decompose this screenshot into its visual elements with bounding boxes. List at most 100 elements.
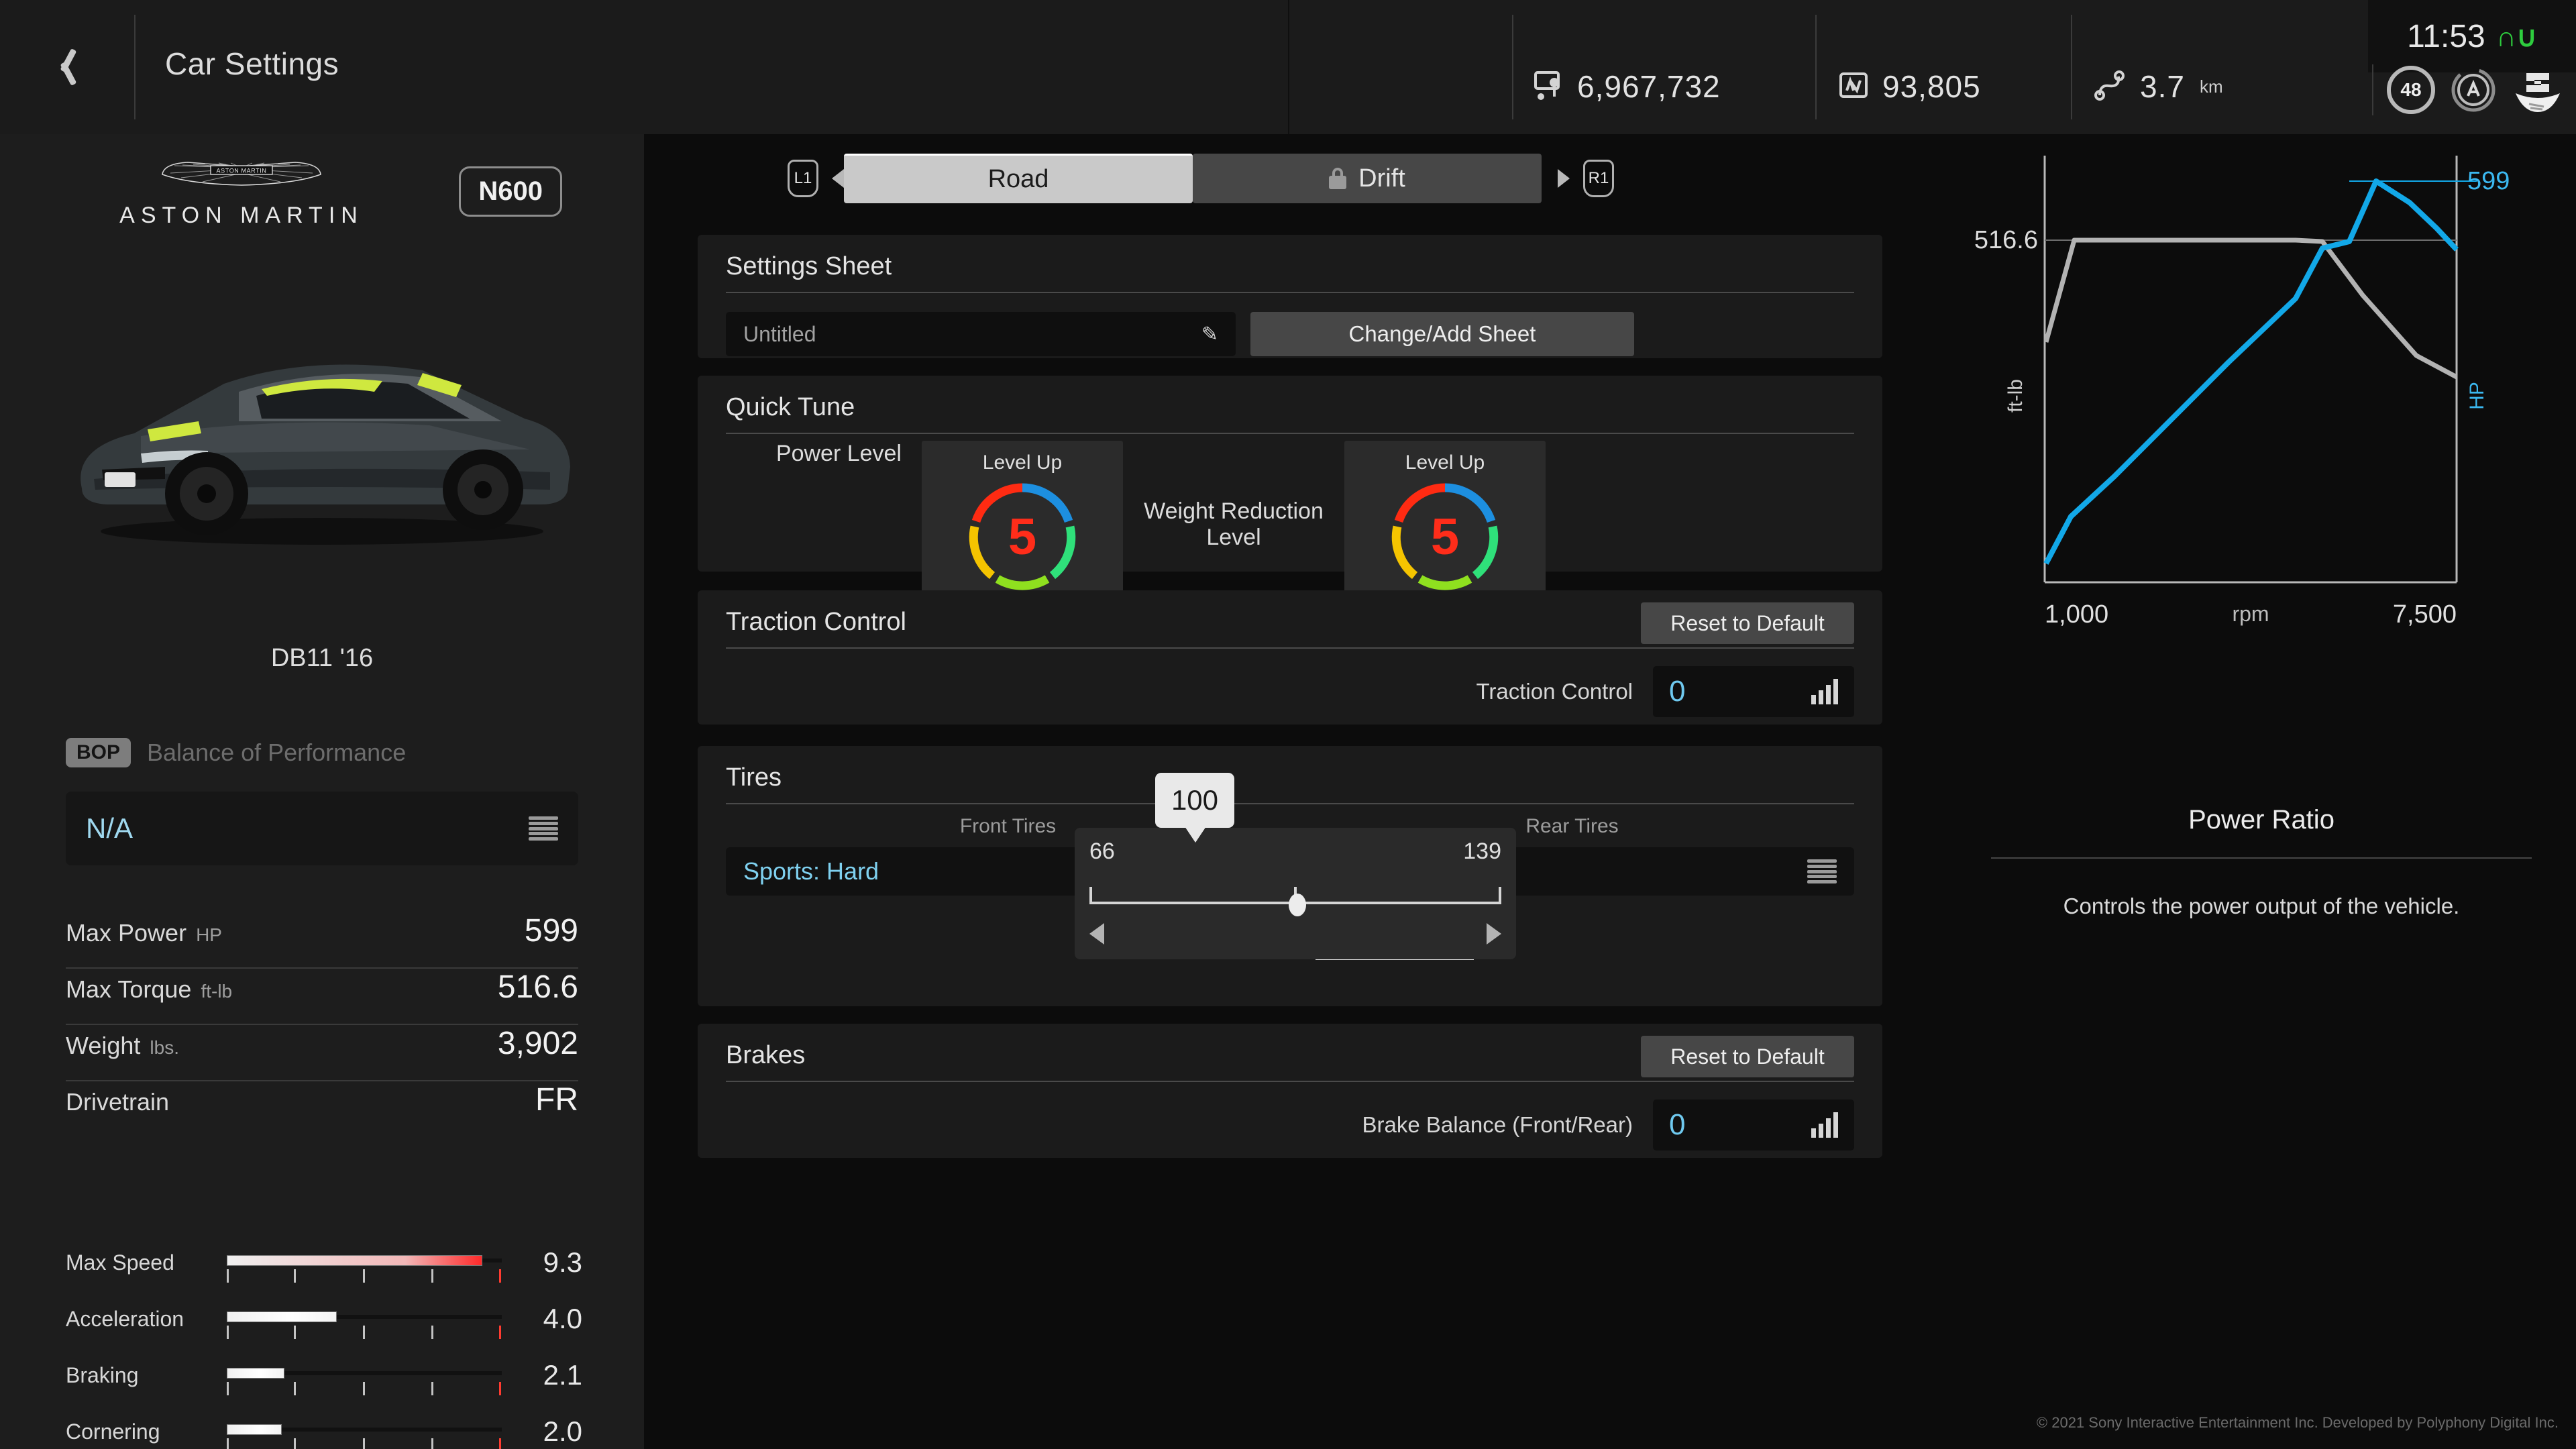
l1-bumper-hint: L1 xyxy=(788,160,818,197)
bop-tag: BOP xyxy=(66,738,131,767)
traction-reset-button[interactable]: Reset to Default xyxy=(1641,602,1854,644)
traction-control-panel: Traction Control Reset to Default Tracti… xyxy=(698,590,1882,724)
performance-label: Braking xyxy=(66,1362,139,1387)
brand-block: ASTON MARTIN ASTON MARTIN xyxy=(0,160,483,229)
pencil-icon[interactable]: ✎ xyxy=(1201,323,1218,346)
change-add-sheet-label: Change/Add Sheet xyxy=(1348,321,1536,346)
chart-right-axis-label: HP xyxy=(2466,382,2488,410)
traction-control-field[interactable]: 0 xyxy=(1653,666,1854,717)
credits-stat: 6,967,732 xyxy=(1534,68,1721,105)
performance-list: Max Speed 9.3 Acceleration 4.0 Braking 2… xyxy=(66,1234,596,1449)
distance-value: 3.7 xyxy=(2140,69,2185,104)
quick-tune-title: Quick Tune xyxy=(726,393,855,421)
slider-bubble-value: 100 xyxy=(1171,784,1219,816)
performance-bar xyxy=(227,1418,502,1449)
bop-header: BOP Balance of Performance xyxy=(66,738,406,767)
arrow-left-icon[interactable] xyxy=(1089,923,1104,945)
car-sidebar: ASTON MARTIN ASTON MARTIN N600 DB11 '16 … xyxy=(0,134,644,1449)
sportsmanship-s-icon[interactable] xyxy=(2512,65,2564,115)
value-slider[interactable] xyxy=(1089,883,1501,916)
spec-row: Weight lbs. 3,902 xyxy=(66,1025,578,1081)
list-menu-icon xyxy=(529,816,558,841)
spec-label: Max Power xyxy=(66,919,187,947)
sheet-name-field[interactable]: Untitled ✎ xyxy=(726,312,1236,356)
brakes-reset-label: Reset to Default xyxy=(1670,1044,1825,1069)
tab-next-arrow[interactable] xyxy=(1558,169,1570,188)
status-icon-group: 48 xyxy=(2372,64,2564,115)
slider-max-value: 139 xyxy=(1463,839,1501,864)
icon-divider xyxy=(2372,64,2373,115)
power-level-card[interactable]: Level Up 5 xyxy=(922,441,1123,608)
divider xyxy=(1991,857,2532,859)
tab-drift-label: Drift xyxy=(1358,164,1405,193)
value-slider-popup[interactable]: 66 139 100 xyxy=(1075,773,1516,959)
performance-label: Acceleration xyxy=(66,1306,184,1331)
bar-level-icon xyxy=(1811,679,1838,704)
slider-knob[interactable] xyxy=(1289,894,1306,916)
spec-row: Max Torque ft-lb 516.6 xyxy=(66,969,578,1025)
bar-level-icon xyxy=(1811,1112,1838,1138)
back-button[interactable] xyxy=(0,0,134,134)
bop-label: Balance of Performance xyxy=(147,739,407,766)
status-divider-3 xyxy=(2071,15,2072,119)
mileage-value: 93,805 xyxy=(1882,69,1981,104)
performance-bar xyxy=(227,1362,502,1395)
distance-stat: 3.7 km xyxy=(2094,68,2223,105)
front-tire-value: Sports: Hard xyxy=(743,857,879,885)
performance-value: 4.0 xyxy=(543,1303,582,1334)
brakes-reset-button[interactable]: Reset to Default xyxy=(1641,1036,1854,1077)
spec-label: Drivetrain xyxy=(66,1088,170,1116)
quick-tune-panel: Quick Tune Power Level Level Up 5 Weight… xyxy=(698,376,1882,674)
slider-min-value: 66 xyxy=(1089,839,1115,864)
clock-time: 11:53 xyxy=(2407,18,2485,54)
spec-label: Max Torque xyxy=(66,975,192,1003)
brake-balance-value: 0 xyxy=(1669,1108,1686,1141)
chart-power-peak-label: 599 xyxy=(2467,167,2510,195)
tab-road[interactable]: Road xyxy=(844,154,1193,203)
sheet-name-value: Untitled xyxy=(743,321,816,346)
gt-car-settings-screen: Car Settings N600 xyxy=(0,0,2576,1449)
mileage-icon xyxy=(1839,72,1868,101)
power-level-label: Power Level xyxy=(775,441,902,466)
top-bar: Car Settings N600 xyxy=(0,0,2576,134)
tab-road-label: Road xyxy=(987,165,1049,193)
spec-row: Max Power HP 599 xyxy=(66,912,578,969)
arrow-right-icon[interactable] xyxy=(1487,923,1501,945)
credits-value: 6,967,732 xyxy=(1577,69,1721,104)
driver-level-icon[interactable]: 48 xyxy=(2387,66,2435,114)
bop-value: N/A xyxy=(86,812,133,844)
chevron-left-icon xyxy=(56,47,78,87)
slider-value-bubble: 100 xyxy=(1155,773,1234,843)
bop-field[interactable]: N/A xyxy=(66,792,578,865)
distance-unit: km xyxy=(2199,76,2223,97)
spec-unit: HP xyxy=(196,924,222,945)
brakes-panel: Brakes Reset to Default Brake Balance (F… xyxy=(698,1024,1882,1158)
weight-level-card[interactable]: Level Up 5 xyxy=(1344,441,1546,608)
spec-value: 516.6 xyxy=(497,969,578,1005)
spec-unit: lbs. xyxy=(150,1037,179,1058)
change-add-sheet-button[interactable]: Change/Add Sheet xyxy=(1250,312,1634,356)
brake-balance-field[interactable]: 0 xyxy=(1653,1099,1854,1150)
status-divider-2 xyxy=(1815,15,1817,119)
tires-panel-title: Tires xyxy=(726,763,782,792)
settings-main: L1 Road Drift R1 Settings Sheet Untitled xyxy=(645,134,1945,1449)
info-description: Controls the power output of the vehicle… xyxy=(2063,894,2460,918)
power-level-dial: 5 xyxy=(965,480,1079,594)
network-icon: ∩∪ xyxy=(2496,20,2537,52)
tab-prev-arrow[interactable] xyxy=(832,169,844,188)
power-torque-chart: 516.6 599 ft-lb HP 1,000 7,500 rpm xyxy=(1947,141,2576,678)
r1-bumper-hint: R1 xyxy=(1583,160,1614,197)
performance-bar xyxy=(227,1305,502,1339)
topbar-center-divider xyxy=(1288,0,1289,134)
performance-value: 2.0 xyxy=(543,1415,582,1447)
profile-a-icon[interactable] xyxy=(2449,65,2498,115)
lock-icon xyxy=(1329,168,1347,189)
mileage-stat: 93,805 xyxy=(1839,68,1981,105)
spec-value: 599 xyxy=(524,913,578,949)
performance-bar xyxy=(227,1249,502,1283)
tab-drift[interactable]: Drift xyxy=(1193,154,1542,203)
spec-value: FR xyxy=(535,1082,578,1118)
settings-sheet-panel: Settings Sheet Untitled ✎ Change/Add She… xyxy=(698,235,1882,358)
aston-martin-wings-icon: ASTON MARTIN xyxy=(161,160,322,197)
chart-left-axis-label: ft-lb xyxy=(2004,379,2027,413)
